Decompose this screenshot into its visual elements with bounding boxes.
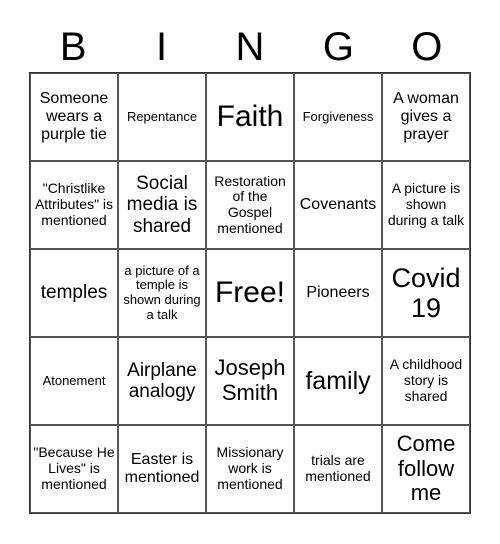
header-letter-b: B — [59, 25, 87, 69]
bingo-cell[interactable]: A woman gives a prayer — [382, 73, 470, 161]
bingo-cell[interactable]: Repentance — [118, 73, 206, 161]
bingo-cell[interactable]: A childhood story is shared — [382, 337, 470, 425]
bingo-cell[interactable]: A picture is shown during a talk — [382, 161, 470, 249]
bingo-cell[interactable]: "Christlike Attributes" is mentioned — [30, 161, 118, 249]
header-letter-i: I — [156, 25, 168, 69]
bingo-cell[interactable]: Missionary work is mentioned — [206, 425, 294, 513]
bingo-cell[interactable]: Joseph Smith — [206, 337, 294, 425]
bingo-cell[interactable]: Covenants — [294, 161, 382, 249]
bingo-cell[interactable]: Easter is mentioned — [118, 425, 206, 513]
bingo-cell[interactable]: Pioneers — [294, 249, 382, 337]
free-space[interactable]: Free! — [206, 249, 294, 337]
bingo-cell[interactable]: family — [294, 337, 382, 425]
bingo-cell[interactable]: Social media is shared — [118, 161, 206, 249]
bingo-cell[interactable]: Someone wears a purple tie — [30, 73, 118, 161]
bingo-cell[interactable]: a picture of a temple is shown during a … — [118, 249, 206, 337]
bingo-cell[interactable]: Restoration of the Gospel mentioned — [206, 161, 294, 249]
bingo-cell[interactable]: Covid 19 — [382, 249, 470, 337]
bingo-cell[interactable]: Come follow me — [382, 425, 470, 513]
header-letter-o: O — [411, 25, 443, 69]
bingo-header: B I N G O — [29, 22, 471, 72]
header-letter-n: N — [235, 25, 265, 69]
bingo-cell[interactable]: Forgiveness — [294, 73, 382, 161]
bingo-cell[interactable]: Faith — [206, 73, 294, 161]
bingo-cell[interactable]: temples — [30, 249, 118, 337]
bingo-card: Someone wears a purple tie Repentance Fa… — [29, 72, 471, 514]
bingo-cell[interactable]: "Because He Lives" is mentioned — [30, 425, 118, 513]
header-letter-g: G — [322, 25, 354, 69]
bingo-cell[interactable]: Airplane analogy — [118, 337, 206, 425]
bingo-cell[interactable]: Atonement — [30, 337, 118, 425]
bingo-cell[interactable]: trials are mentioned — [294, 425, 382, 513]
